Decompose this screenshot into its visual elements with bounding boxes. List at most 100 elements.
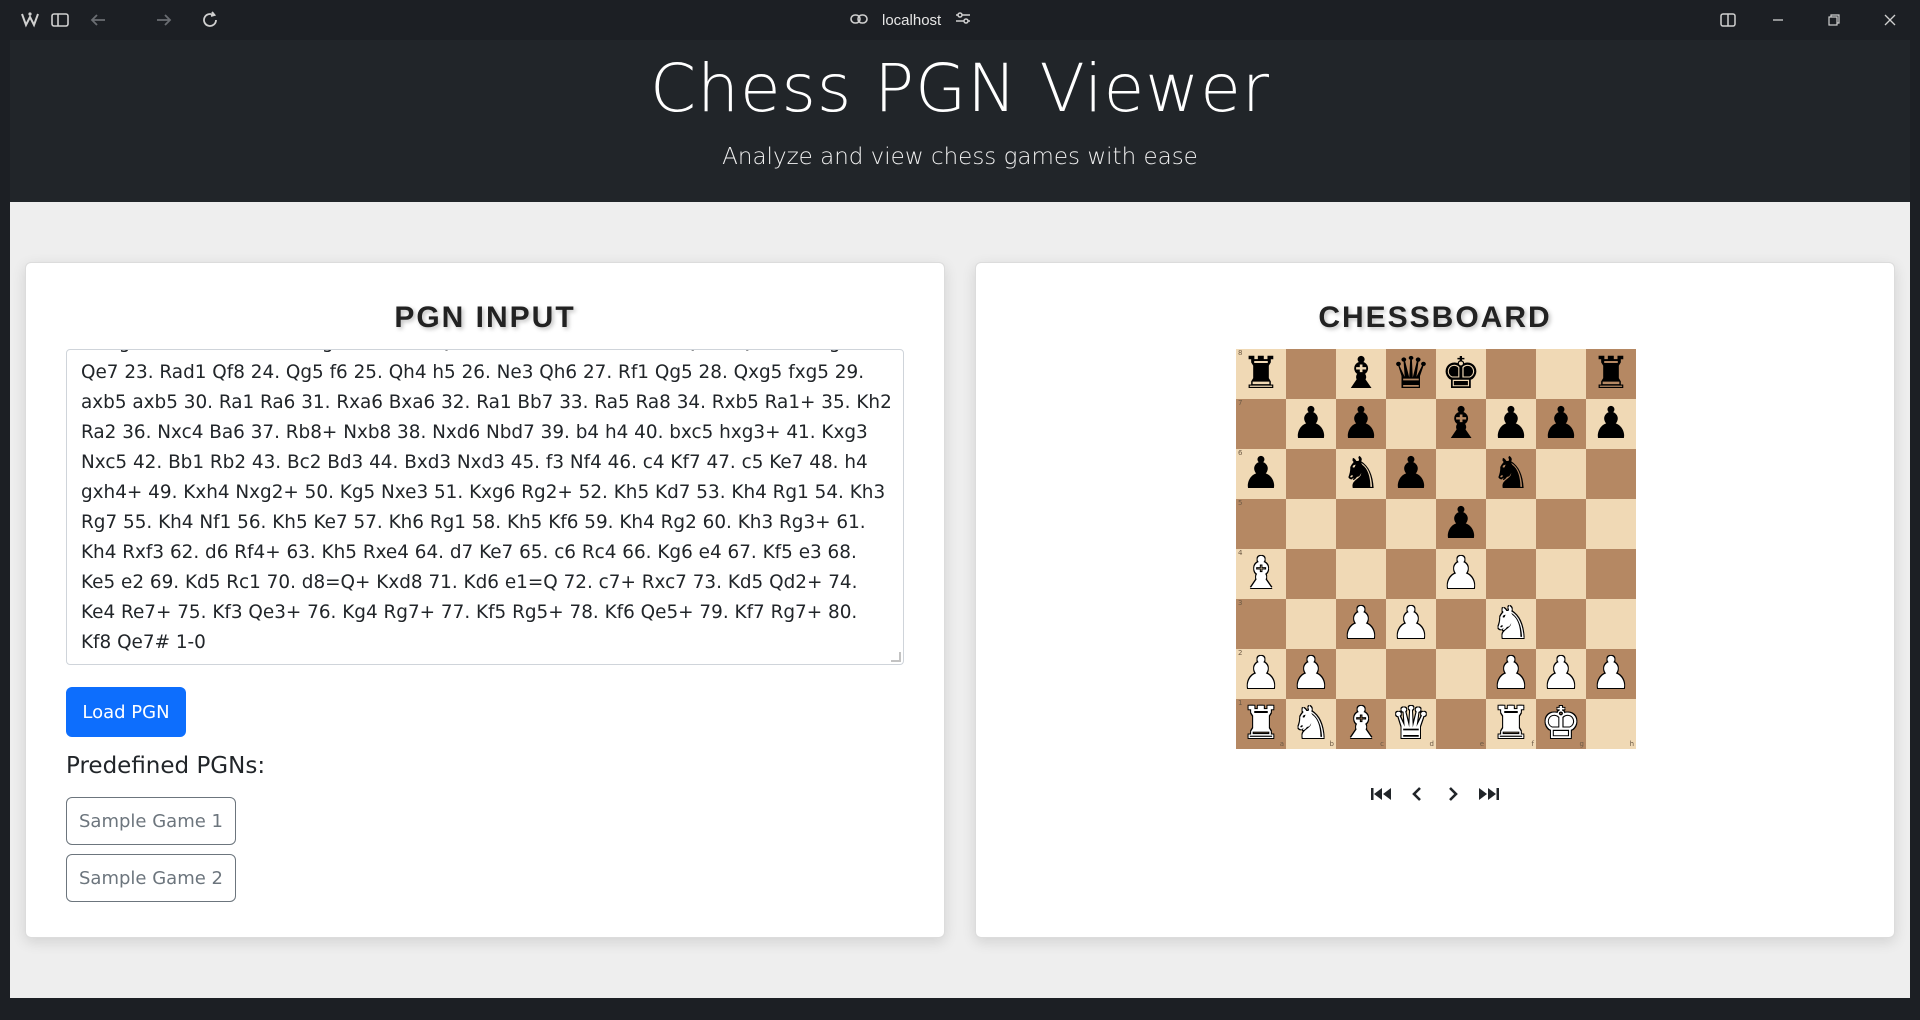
square-f8[interactable] xyxy=(1486,349,1536,399)
square-c5[interactable] xyxy=(1336,499,1386,549)
square-f1[interactable]: f ♜ xyxy=(1486,699,1536,749)
chessboard[interactable]: 8 ♜ ♝ ♛ ♚ ♜ 7 ♟ ♟ ♝ ♟ ♟ ♟ 6 ♟ ♞ ♟ ♞ 5 ♟ 4 ♝ ♟ 3 ♟ ♟ ♞ 2 ♟ ♟ ♟ ♟ ♟ 1 a ♜ b ♞ c ♝… xyxy=(1236,349,1636,749)
square-d7[interactable] xyxy=(1386,399,1436,449)
sample-game-1-button[interactable]: Sample Game 1 xyxy=(66,797,236,845)
square-d4[interactable] xyxy=(1386,549,1436,599)
black-pawn-icon[interactable]: ♟ xyxy=(1391,452,1430,496)
square-g7[interactable]: ♟ xyxy=(1536,399,1586,449)
pgn-textarea[interactable]: 1. e4 e5 2. Nf3 Nc6 3. Bb5 a6 4. Ba4 Nf6… xyxy=(66,349,904,665)
previous-move-icon[interactable] xyxy=(1404,781,1430,807)
square-f6[interactable]: ♞ xyxy=(1486,449,1536,499)
square-b4[interactable] xyxy=(1286,549,1336,599)
square-b5[interactable] xyxy=(1286,499,1336,549)
square-c8[interactable]: ♝ xyxy=(1336,349,1386,399)
square-a8[interactable]: 8 ♜ xyxy=(1236,349,1286,399)
square-h4[interactable] xyxy=(1586,549,1636,599)
black-king-icon[interactable]: ♚ xyxy=(1441,352,1480,396)
square-c7[interactable]: ♟ xyxy=(1336,399,1386,449)
square-a7[interactable]: 7 xyxy=(1236,399,1286,449)
square-f3[interactable]: ♞ xyxy=(1486,599,1536,649)
first-move-icon[interactable] xyxy=(1368,781,1394,807)
square-h1[interactable]: h xyxy=(1586,699,1636,749)
square-a4[interactable]: 4 ♝ xyxy=(1236,549,1286,599)
black-bishop-icon[interactable]: ♝ xyxy=(1341,352,1380,396)
forward-icon[interactable] xyxy=(152,8,176,32)
black-pawn-icon[interactable]: ♟ xyxy=(1591,402,1630,446)
square-h6[interactable] xyxy=(1586,449,1636,499)
url-text[interactable]: localhost xyxy=(882,12,941,29)
white-pawn-icon[interactable]: ♟ xyxy=(1341,602,1380,646)
square-e5[interactable]: ♟ xyxy=(1436,499,1486,549)
square-f2[interactable]: ♟ xyxy=(1486,649,1536,699)
square-g8[interactable] xyxy=(1536,349,1586,399)
black-pawn-icon[interactable]: ♟ xyxy=(1291,402,1330,446)
close-icon[interactable] xyxy=(1878,8,1902,32)
square-a2[interactable]: 2 ♟ xyxy=(1236,649,1286,699)
split-view-icon[interactable] xyxy=(1716,8,1740,32)
square-b2[interactable]: ♟ xyxy=(1286,649,1336,699)
square-b3[interactable] xyxy=(1286,599,1336,649)
square-h8[interactable]: ♜ xyxy=(1586,349,1636,399)
square-e6[interactable] xyxy=(1436,449,1486,499)
reload-icon[interactable] xyxy=(198,8,222,32)
square-h7[interactable]: ♟ xyxy=(1586,399,1636,449)
square-b1[interactable]: b ♞ xyxy=(1286,699,1336,749)
square-d2[interactable] xyxy=(1386,649,1436,699)
sample-game-2-button[interactable]: Sample Game 2 xyxy=(66,854,236,902)
square-a3[interactable]: 3 xyxy=(1236,599,1286,649)
black-pawn-icon[interactable]: ♟ xyxy=(1441,502,1480,546)
square-c2[interactable] xyxy=(1336,649,1386,699)
white-bishop-icon[interactable]: ♝ xyxy=(1241,552,1280,596)
square-a1[interactable]: 1 a ♜ xyxy=(1236,699,1286,749)
square-c3[interactable]: ♟ xyxy=(1336,599,1386,649)
square-e7[interactable]: ♝ xyxy=(1436,399,1486,449)
black-rook-icon[interactable]: ♜ xyxy=(1591,352,1630,396)
square-g6[interactable] xyxy=(1536,449,1586,499)
white-rook-icon[interactable]: ♜ xyxy=(1241,702,1280,746)
browser-logo-icon[interactable] xyxy=(18,8,42,32)
load-pgn-button[interactable]: Load PGN xyxy=(66,687,186,737)
site-settings-icon[interactable] xyxy=(955,11,971,29)
black-pawn-icon[interactable]: ♟ xyxy=(1241,452,1280,496)
square-h5[interactable] xyxy=(1586,499,1636,549)
square-c4[interactable] xyxy=(1336,549,1386,599)
square-e3[interactable] xyxy=(1436,599,1486,649)
square-g3[interactable] xyxy=(1536,599,1586,649)
white-pawn-icon[interactable]: ♟ xyxy=(1591,652,1630,696)
square-a6[interactable]: 6 ♟ xyxy=(1236,449,1286,499)
black-queen-icon[interactable]: ♛ xyxy=(1391,352,1430,396)
square-e1[interactable]: e xyxy=(1436,699,1486,749)
square-h2[interactable]: ♟ xyxy=(1586,649,1636,699)
black-knight-icon[interactable]: ♞ xyxy=(1491,452,1530,496)
square-e2[interactable] xyxy=(1436,649,1486,699)
square-e4[interactable]: ♟ xyxy=(1436,549,1486,599)
white-pawn-icon[interactable]: ♟ xyxy=(1441,552,1480,596)
square-d5[interactable] xyxy=(1386,499,1436,549)
square-b8[interactable] xyxy=(1286,349,1336,399)
black-bishop-icon[interactable]: ♝ xyxy=(1441,402,1480,446)
square-g4[interactable] xyxy=(1536,549,1586,599)
last-move-icon[interactable] xyxy=(1476,781,1502,807)
black-pawn-icon[interactable]: ♟ xyxy=(1541,402,1580,446)
square-g1[interactable]: g ♚ xyxy=(1536,699,1586,749)
white-knight-icon[interactable]: ♞ xyxy=(1491,602,1530,646)
square-d8[interactable]: ♛ xyxy=(1386,349,1436,399)
white-king-icon[interactable]: ♚ xyxy=(1541,702,1580,746)
square-d1[interactable]: d ♛ xyxy=(1386,699,1436,749)
square-b7[interactable]: ♟ xyxy=(1286,399,1336,449)
next-move-icon[interactable] xyxy=(1440,781,1466,807)
square-f4[interactable] xyxy=(1486,549,1536,599)
resize-handle-icon[interactable] xyxy=(891,652,901,662)
white-knight-icon[interactable]: ♞ xyxy=(1291,702,1330,746)
square-g5[interactable] xyxy=(1536,499,1586,549)
minimize-icon[interactable] xyxy=(1766,8,1790,32)
square-d3[interactable]: ♟ xyxy=(1386,599,1436,649)
white-pawn-icon[interactable]: ♟ xyxy=(1291,652,1330,696)
black-knight-icon[interactable]: ♞ xyxy=(1341,452,1380,496)
square-e8[interactable]: ♚ xyxy=(1436,349,1486,399)
white-pawn-icon[interactable]: ♟ xyxy=(1391,602,1430,646)
square-f5[interactable] xyxy=(1486,499,1536,549)
white-queen-icon[interactable]: ♛ xyxy=(1391,702,1430,746)
white-pawn-icon[interactable]: ♟ xyxy=(1241,652,1280,696)
white-rook-icon[interactable]: ♜ xyxy=(1491,702,1530,746)
